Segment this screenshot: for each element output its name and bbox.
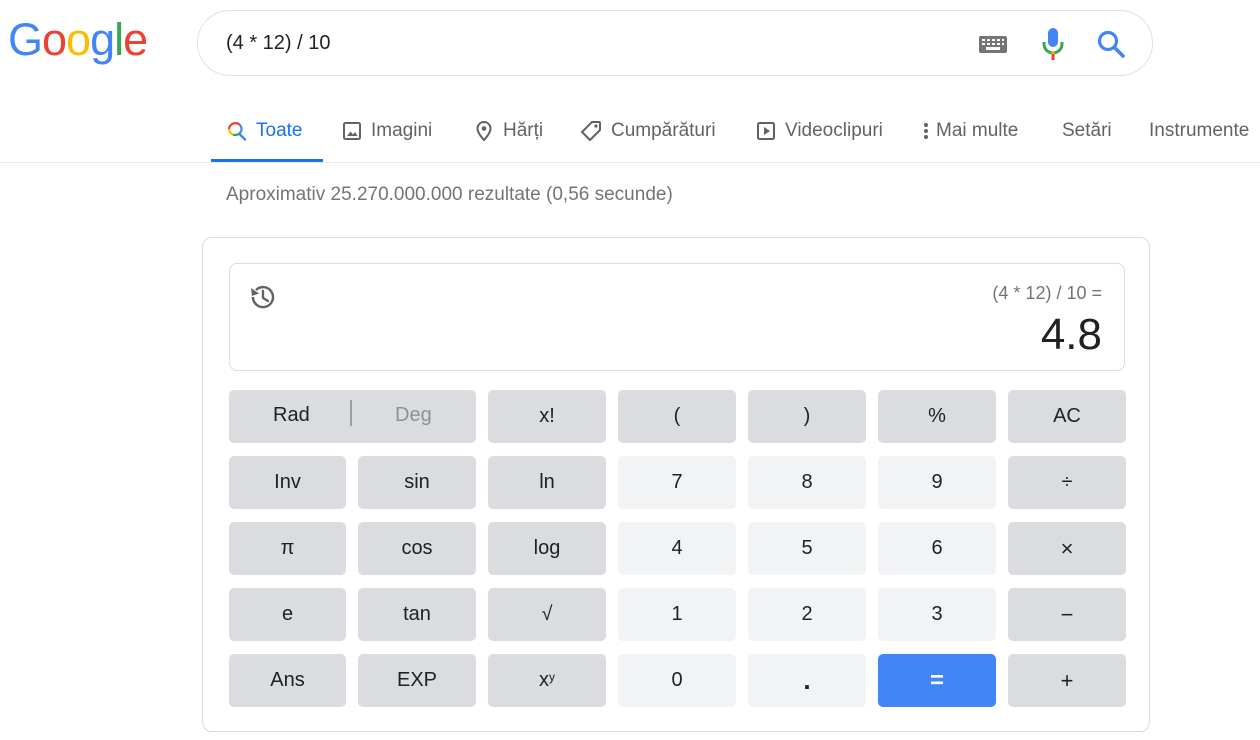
inv-key[interactable]: Inv xyxy=(229,456,346,509)
plus-key[interactable]: + xyxy=(1008,654,1126,707)
search-tabs: Toate Imagini Hărți Cumpărături Videocli… xyxy=(211,100,1260,162)
all-clear-key[interactable]: AC xyxy=(1008,390,1126,443)
tab-label: Mai multe xyxy=(936,120,1019,141)
logo-letter: g xyxy=(90,14,115,65)
rad-option[interactable]: Rad xyxy=(273,404,310,427)
open-paren-key[interactable]: ( xyxy=(618,390,736,443)
image-icon xyxy=(343,122,361,140)
tab-maps[interactable]: Hărți xyxy=(474,100,543,162)
digit-4-key[interactable]: 4 xyxy=(618,522,736,575)
deg-option[interactable]: Deg xyxy=(395,404,432,427)
tabs-divider xyxy=(0,162,1260,163)
tab-label: Toate xyxy=(256,120,303,141)
digit-0-key[interactable]: 0 xyxy=(618,654,736,707)
tab-label: Videoclipuri xyxy=(785,120,883,141)
tab-label: Hărți xyxy=(503,120,544,141)
tab-shopping[interactable]: Cumpărături xyxy=(580,100,716,162)
calculator-card: (4 * 12) / 10 = 4.8 Rad Deg x! ( ) % AC … xyxy=(202,237,1150,732)
equals-key[interactable]: = xyxy=(878,654,996,707)
ln-key[interactable]: ln xyxy=(488,456,606,509)
tab-images[interactable]: Imagini xyxy=(342,100,432,162)
tag-icon xyxy=(581,121,601,141)
ans-key[interactable]: Ans xyxy=(229,654,346,707)
exp-key[interactable]: EXP xyxy=(358,654,476,707)
microphone-icon[interactable] xyxy=(1041,27,1065,61)
tab-label: Cumpărături xyxy=(611,120,716,141)
logo-letter: l xyxy=(114,14,124,65)
minus-key[interactable]: − xyxy=(1008,588,1126,641)
search-icon[interactable] xyxy=(1096,29,1126,59)
logo-letter: o xyxy=(66,14,91,65)
pi-key[interactable]: π xyxy=(229,522,346,575)
map-pin-icon xyxy=(476,120,492,142)
logo-letter: G xyxy=(8,14,43,65)
tan-key[interactable]: tan xyxy=(358,588,476,641)
tab-label: Setări xyxy=(1062,120,1112,141)
logo-letter: e xyxy=(123,14,148,65)
tab-videos[interactable]: Videoclipuri xyxy=(756,100,883,162)
tab-label: Instrumente xyxy=(1149,120,1250,141)
calculator-result: 4.8 xyxy=(1040,310,1102,359)
multiply-key[interactable]: × xyxy=(1008,522,1126,575)
rad-deg-toggle[interactable]: Rad Deg xyxy=(229,390,476,443)
digit-5-key[interactable]: 5 xyxy=(748,522,866,575)
log-key[interactable]: log xyxy=(488,522,606,575)
digit-8-key[interactable]: 8 xyxy=(748,456,866,509)
keyboard-icon[interactable] xyxy=(978,33,1008,55)
divide-key[interactable]: ÷ xyxy=(1008,456,1126,509)
digit-9-key[interactable]: 9 xyxy=(878,456,996,509)
google-logo[interactable]: Google xyxy=(8,14,148,66)
close-paren-key[interactable]: ) xyxy=(748,390,866,443)
more-vert-icon xyxy=(924,123,928,139)
digit-6-key[interactable]: 6 xyxy=(878,522,996,575)
sqrt-key[interactable]: √ xyxy=(488,588,606,641)
logo-letter: o xyxy=(42,14,67,65)
sin-key[interactable]: sin xyxy=(358,456,476,509)
digit-2-key[interactable]: 2 xyxy=(748,588,866,641)
power-exponent: y xyxy=(549,669,555,684)
result-stats: Aproximativ 25.270.000.000 rezultate (0,… xyxy=(226,184,673,205)
digit-3-key[interactable]: 3 xyxy=(878,588,996,641)
search-multicolor-icon xyxy=(227,122,247,141)
history-icon[interactable] xyxy=(247,282,277,312)
tab-settings[interactable]: Setări xyxy=(1062,100,1112,162)
calculator-display: (4 * 12) / 10 = 4.8 xyxy=(229,263,1125,371)
decimal-key[interactable]: . xyxy=(748,654,866,707)
tab-all[interactable]: Toate xyxy=(211,100,323,162)
power-base: x xyxy=(539,669,549,691)
tab-tools[interactable]: Instrumente xyxy=(1149,100,1249,162)
search-box xyxy=(197,10,1153,76)
tab-more[interactable]: Mai multe xyxy=(922,100,1018,162)
factorial-key[interactable]: x! xyxy=(488,390,606,443)
digit-1-key[interactable]: 1 xyxy=(618,588,736,641)
search-input[interactable] xyxy=(226,29,926,57)
percent-key[interactable]: % xyxy=(878,390,996,443)
calculator-expression: (4 * 12) / 10 = xyxy=(992,283,1102,303)
rad-deg-separator xyxy=(350,400,352,426)
power-key[interactable]: xy xyxy=(488,654,606,707)
digit-7-key[interactable]: 7 xyxy=(618,456,736,509)
play-icon xyxy=(757,122,775,140)
cos-key[interactable]: cos xyxy=(358,522,476,575)
e-key[interactable]: e xyxy=(229,588,346,641)
tab-label: Imagini xyxy=(371,120,433,141)
